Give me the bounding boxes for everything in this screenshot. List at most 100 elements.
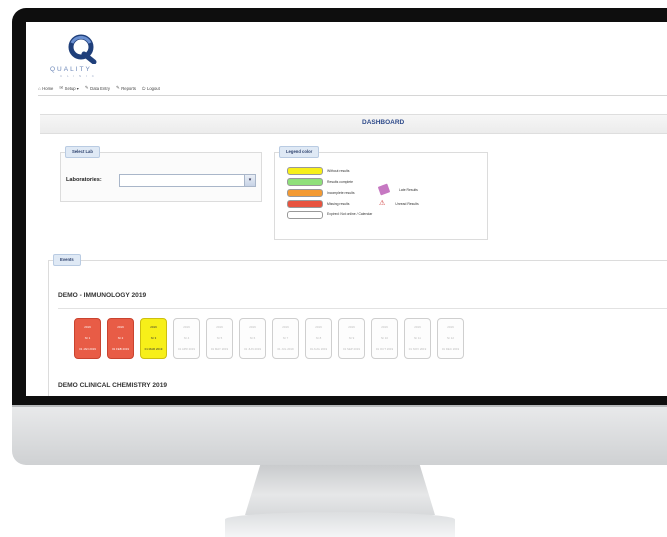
tile-number: Nr 12 <box>446 335 455 340</box>
chevron-down-icon[interactable]: ▾ <box>244 175 255 186</box>
event-tiles: 2019 Nr 1 01 JAN 2019 2019 Nr 2 01 FEB 2… <box>74 318 464 359</box>
tile-date: 01 FEB 2019 <box>112 346 129 351</box>
select-lab-panel: Select Lab Laboratories: ▾ <box>60 146 262 202</box>
tile-date: 01 JAN 2019 <box>79 346 96 351</box>
event-tile[interactable]: 2019 Nr 5 01 MAY 2019 <box>206 318 233 359</box>
logout-icon: ⏻ <box>141 85 146 91</box>
monitor-chin-edge <box>12 405 667 407</box>
legend-label: Incomplete results <box>327 191 355 195</box>
event-tile[interactable]: 2019 Nr 1 01 JAN 2019 <box>74 318 101 359</box>
pencil-icon: ✎ <box>84 85 89 90</box>
pencil-icon: ✎ <box>115 85 120 90</box>
page-title: DASHBOARD <box>362 119 405 126</box>
nav-home[interactable]: ⌂ Home <box>38 85 53 91</box>
app-screen: QUALITY C L I N I C ⌂ Home ✉ Setup ▾ ✎ D… <box>26 22 667 396</box>
tile-year: 2019 <box>84 324 91 329</box>
tile-date: 01 MAY 2019 <box>210 346 229 351</box>
event-section-title: DEMO - IMMUNOLOGY 2019 <box>58 292 147 299</box>
event-tile[interactable]: 2019 Nr 10 01 OCT 2019 <box>371 318 398 359</box>
legend-label: Without results <box>327 169 350 173</box>
tile-year: 2019 <box>414 324 421 329</box>
event-tile[interactable]: 2019 Nr 9 01 SEP 2019 <box>338 318 365 359</box>
tile-date: 01 DEC 2019 <box>441 346 460 351</box>
home-icon: ⌂ <box>38 85 41 91</box>
monitor-stand-foot <box>225 512 455 537</box>
legend-swatch <box>287 167 323 175</box>
legend-late: Late Results <box>377 183 418 196</box>
dashboard-header: DASHBOARD <box>40 114 667 134</box>
tile-number: Nr 6 <box>249 335 256 340</box>
tile-number: Nr 3 <box>150 335 157 340</box>
nav-label: Setup ▾ <box>64 85 79 91</box>
select-lab-tab[interactable]: Select Lab <box>65 146 100 158</box>
tile-date: 01 JUN 2019 <box>244 346 261 351</box>
nav-label: Reports <box>121 85 136 91</box>
legend-tab[interactable]: Legend color <box>279 146 320 158</box>
tile-number: Nr 1 <box>84 335 91 340</box>
events-tab[interactable]: Events <box>53 254 81 266</box>
tile-year: 2019 <box>183 324 190 329</box>
app-logo[interactable]: QUALITY C L I N I C <box>46 34 106 78</box>
event-tile[interactable]: 2019 Nr 4 01 APR 2019 <box>173 318 200 359</box>
legend-item: Results complete <box>287 178 353 186</box>
event-tile[interactable]: 2019 Nr 8 01 AUG 2019 <box>305 318 332 359</box>
logo-mark-icon <box>68 34 97 64</box>
tile-number: Nr 7 <box>282 335 289 340</box>
event-tile[interactable]: 2019 Nr 3 01 MAR 2019 <box>140 318 167 359</box>
event-tile[interactable]: 2019 Nr 11 01 NOV 2019 <box>404 318 431 359</box>
legend-item: Expired: Not online / Calendar <box>287 211 377 219</box>
tile-date: 01 JUL 2019 <box>277 346 294 351</box>
logo-subtext: C L I N I C <box>60 74 96 78</box>
legend-swatch <box>287 189 323 197</box>
tile-number: Nr 9 <box>348 335 355 340</box>
tile-year: 2019 <box>150 324 157 329</box>
tile-number: Nr 5 <box>216 335 223 340</box>
tile-date: 01 NOV 2019 <box>408 346 427 351</box>
event-tile[interactable]: 2019 Nr 7 01 JUL 2019 <box>272 318 299 359</box>
event-tile[interactable]: 2019 Nr 6 01 JUN 2019 <box>239 318 266 359</box>
tile-year: 2019 <box>315 324 322 329</box>
tile-date: 01 APR 2019 <box>177 346 196 351</box>
warning-icon: ⚠ <box>379 200 386 207</box>
nav-logout[interactable]: ⏻ Logout <box>142 85 160 91</box>
legend-swatch <box>287 211 323 219</box>
tile-year: 2019 <box>249 324 256 329</box>
nav-label: Home <box>42 85 54 91</box>
nav-data-entry[interactable]: ✎ Data Entry <box>85 85 110 91</box>
tile-year: 2019 <box>282 324 289 329</box>
event-tile[interactable]: 2019 Nr 2 01 FEB 2019 <box>107 318 134 359</box>
tile-year: 2019 <box>117 324 124 329</box>
nav-reports[interactable]: ✎ Reports <box>116 85 136 91</box>
event-tile[interactable]: 2019 Nr 12 01 DEC 2019 <box>437 318 464 359</box>
tile-number: Nr 2 <box>117 335 124 340</box>
tile-date: 01 MAR 2019 <box>144 346 163 351</box>
section-divider <box>58 308 667 309</box>
legend-label: Expired: Not online / Calendar <box>327 212 373 217</box>
tile-number: Nr 8 <box>315 335 322 340</box>
nav-label: Data Entry <box>90 85 110 91</box>
tile-date: 01 OCT 2019 <box>375 346 394 351</box>
late-results-label: Late Results <box>399 187 418 192</box>
legend-unread: ⚠ Unread Results <box>379 200 419 207</box>
legend-panel: Legend color Without results Results com… <box>274 146 488 240</box>
tile-number: Nr 4 <box>183 335 190 340</box>
laboratories-select[interactable]: ▾ <box>119 174 256 187</box>
legend-label: Results complete <box>327 180 354 184</box>
tile-year: 2019 <box>447 324 454 329</box>
legend-swatch <box>287 200 323 208</box>
monitor-chin <box>12 405 667 465</box>
tile-year: 2019 <box>381 324 388 329</box>
unread-results-label: Unread Results <box>395 201 419 206</box>
tile-year: 2019 <box>348 324 355 329</box>
legend-item: Incomplete results <box>287 189 355 197</box>
monitor-stand-neck <box>245 465 435 515</box>
tile-date: 01 AUG 2019 <box>309 346 328 351</box>
laboratories-label: Laboratories: <box>66 177 102 183</box>
nav-setup[interactable]: ✉ Setup ▾ <box>59 85 79 91</box>
setup-icon: ✉ <box>59 85 64 90</box>
tile-date: 01 SEP 2019 <box>343 346 360 351</box>
nav-label: Logout <box>146 85 160 91</box>
tile-number: Nr 11 <box>414 335 421 340</box>
nav-divider <box>38 95 667 96</box>
main-nav: ⌂ Home ✉ Setup ▾ ✎ Data Entry ✎ Reports … <box>38 85 160 91</box>
